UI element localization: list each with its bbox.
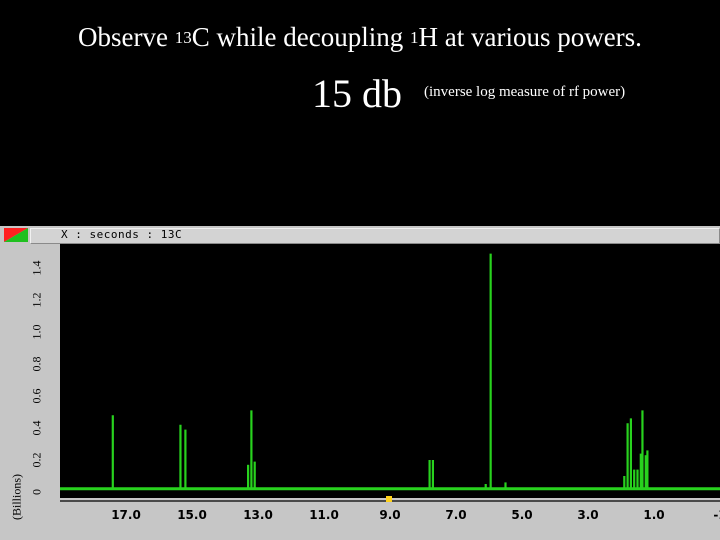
title-part-observe: Observe [78,22,175,52]
x-tick-label: 17.0 [111,508,141,522]
x-tick-label: 9.0 [379,508,401,522]
y-tick-label: 1.4 [29,260,44,276]
x-tick-label: 5.0 [511,508,533,522]
x-tick-label: 11.0 [309,508,339,522]
y-tick-label: 0 [29,489,44,495]
window-header-bar: X : seconds : 13C [30,228,720,244]
db-value: 15 db [312,71,402,116]
x-tick-label: 7.0 [445,508,467,522]
page-title: Observe 13C while decoupling 1H at vario… [0,22,720,53]
y-axis-units: (Billions) [9,473,24,521]
x-tick-label: 3.0 [577,508,599,522]
x-tick-label: 13.0 [243,508,273,522]
x-axis: 17.0 15.0 13.0 11.0 9.0 7.0 5.0 3.0 1.0 -1 [60,496,720,540]
title-part-decoupling: C while decoupling [191,22,410,52]
title-part-powers: H at various powers. [418,22,642,52]
window-corner-icon[interactable] [4,228,28,242]
x-axis-label: X : seconds : 13C [61,228,183,241]
title-sup-1: 1 [409,28,419,47]
y-tick-label: 0.2 [29,452,44,468]
y-tick-label: 0.4 [29,420,44,436]
y-tick-label: 1.0 [29,324,44,340]
x-tick-label: 15.0 [177,508,207,522]
y-tick-label: 0.8 [29,356,44,372]
title-sup-13: 13 [174,28,192,47]
y-tick-label: 1.2 [29,292,44,308]
x-tick-label: -1 [713,508,720,522]
spectrum-svg [60,253,720,491]
cursor-marker[interactable] [386,496,392,502]
db-note: (inverse log measure of rf power) [424,84,626,100]
y-tick-label: 0.6 [29,388,44,404]
x-tick-label: 1.0 [643,508,665,522]
spectrum-plot[interactable] [60,244,720,498]
